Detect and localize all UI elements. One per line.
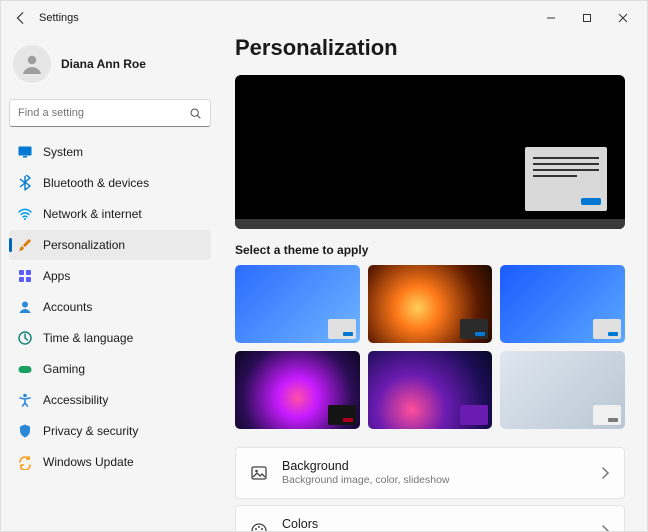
nav-item-label: Accessibility bbox=[43, 393, 108, 407]
chevron-right-icon bbox=[600, 525, 610, 531]
nav-item-apps[interactable]: Apps bbox=[9, 261, 211, 291]
nav-item-label: Apps bbox=[43, 269, 70, 283]
chevron-right-icon bbox=[600, 467, 610, 479]
nav-item-time-language[interactable]: Time & language bbox=[9, 323, 211, 353]
card-title: Colors bbox=[282, 517, 586, 531]
nav-item-label: Accounts bbox=[43, 300, 92, 314]
avatar bbox=[13, 45, 51, 83]
nav-item-accessibility[interactable]: Accessibility bbox=[9, 385, 211, 415]
profile[interactable]: Diana Ann Roe bbox=[9, 39, 211, 93]
accessibility-icon bbox=[17, 392, 33, 408]
nav-item-label: Personalization bbox=[43, 238, 125, 252]
image-icon bbox=[250, 464, 268, 482]
desktop-preview bbox=[235, 75, 625, 229]
monitor-icon bbox=[17, 144, 33, 160]
theme-grid bbox=[235, 265, 625, 429]
card-subtitle: Background image, color, slideshow bbox=[282, 474, 586, 486]
page-title: Personalization bbox=[235, 35, 625, 61]
theme-tile-3[interactable] bbox=[500, 265, 625, 343]
update-icon bbox=[17, 454, 33, 470]
nav-item-privacy-security[interactable]: Privacy & security bbox=[9, 416, 211, 446]
theme-tile-2[interactable] bbox=[368, 265, 493, 343]
nav-item-label: Gaming bbox=[43, 362, 85, 376]
card-title: Background bbox=[282, 459, 586, 473]
back-button[interactable] bbox=[7, 4, 35, 32]
minimize-button[interactable] bbox=[533, 4, 569, 32]
themes-section-label: Select a theme to apply bbox=[235, 243, 625, 257]
maximize-button[interactable] bbox=[569, 4, 605, 32]
clock-icon bbox=[17, 330, 33, 346]
nav-item-network-internet[interactable]: Network & internet bbox=[9, 199, 211, 229]
nav-item-system[interactable]: System bbox=[9, 137, 211, 167]
sidebar: Diana Ann Roe System Bluetooth & devices N… bbox=[1, 35, 219, 531]
palette-icon bbox=[250, 522, 268, 531]
main-content: Personalization Select a theme to apply … bbox=[219, 35, 647, 531]
shield-icon bbox=[17, 423, 33, 439]
nav-item-label: System bbox=[43, 145, 83, 159]
user-icon bbox=[17, 299, 33, 315]
apps-icon bbox=[17, 268, 33, 284]
theme-tile-1[interactable] bbox=[235, 265, 360, 343]
nav: System Bluetooth & devices Network & inter… bbox=[9, 137, 211, 477]
settings-cards: BackgroundBackground image, color, slide… bbox=[235, 447, 625, 531]
search-input[interactable] bbox=[18, 107, 189, 119]
search-box[interactable] bbox=[9, 99, 211, 127]
bluetooth-icon bbox=[17, 175, 33, 191]
card-background[interactable]: BackgroundBackground image, color, slide… bbox=[235, 447, 625, 499]
nav-item-label: Windows Update bbox=[43, 455, 134, 469]
nav-item-label: Bluetooth & devices bbox=[43, 176, 149, 190]
nav-item-accounts[interactable]: Accounts bbox=[9, 292, 211, 322]
card-colors[interactable]: ColorsAccent color, transparency effects… bbox=[235, 505, 625, 531]
close-button[interactable] bbox=[605, 4, 641, 32]
brush-icon bbox=[17, 237, 33, 253]
nav-item-personalization[interactable]: Personalization bbox=[9, 230, 211, 260]
theme-tile-5[interactable] bbox=[368, 351, 493, 429]
search-icon bbox=[189, 107, 202, 120]
profile-name: Diana Ann Roe bbox=[61, 57, 146, 71]
window-title: Settings bbox=[39, 12, 79, 24]
nav-item-label: Time & language bbox=[43, 331, 133, 345]
nav-item-windows-update[interactable]: Windows Update bbox=[9, 447, 211, 477]
nav-item-label: Network & internet bbox=[43, 207, 142, 221]
wifi-icon bbox=[17, 206, 33, 222]
theme-tile-4[interactable] bbox=[235, 351, 360, 429]
theme-tile-6[interactable] bbox=[500, 351, 625, 429]
nav-item-bluetooth-devices[interactable]: Bluetooth & devices bbox=[9, 168, 211, 198]
nav-item-gaming[interactable]: Gaming bbox=[9, 354, 211, 384]
nav-item-label: Privacy & security bbox=[43, 424, 138, 438]
gaming-icon bbox=[17, 361, 33, 377]
